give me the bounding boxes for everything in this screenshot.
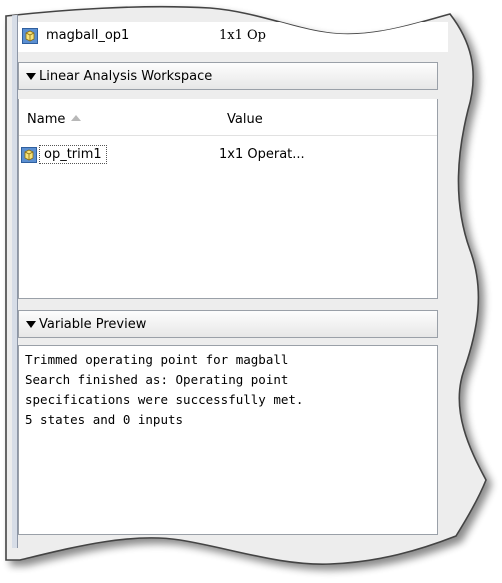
column-header-blank[interactable] [327, 99, 437, 136]
preview-section-header[interactable]: Variable Preview [18, 310, 438, 338]
workspace-title: Linear Analysis Workspace [39, 69, 213, 84]
variable-value: 1x1 Op [219, 28, 266, 43]
workspace-table: Name Value op_trim1 1x1 Operat... [18, 99, 438, 299]
collapse-triangle-icon[interactable] [26, 73, 36, 80]
operating-point-icon [21, 147, 37, 163]
workspace-section-header[interactable]: Linear Analysis Workspace [18, 62, 438, 90]
preview-line: specifications were successfully met. [25, 392, 304, 407]
preview-line: Trimmed operating point for magball [25, 352, 289, 367]
table-row[interactable]: op_trim1 1x1 Operat... [19, 144, 437, 166]
column-name-label: Name [27, 112, 66, 127]
preview-line: 5 states and 0 inputs [25, 412, 184, 427]
preview-line: Search finished as: Operating point [25, 372, 289, 387]
sort-ascending-icon [71, 115, 81, 121]
row-name[interactable]: op_trim1 [39, 145, 107, 164]
torn-screenshot: magball_op1 1x1 Op Linear Analysis Works… [0, 0, 502, 583]
column-value-label: Value [227, 112, 263, 127]
row-value: 1x1 Operat... [219, 147, 305, 162]
variable-preview-text: Trimmed operating point for magball Sear… [18, 345, 438, 535]
preview-title: Variable Preview [39, 317, 147, 332]
variable-name: magball_op1 [46, 28, 130, 43]
operating-point-icon [22, 28, 38, 44]
column-header-value[interactable]: Value [219, 99, 328, 136]
collapse-triangle-icon[interactable] [26, 321, 36, 328]
window-content: magball_op1 1x1 Op Linear Analysis Works… [0, 0, 502, 583]
column-header-name[interactable]: Name [19, 99, 220, 136]
